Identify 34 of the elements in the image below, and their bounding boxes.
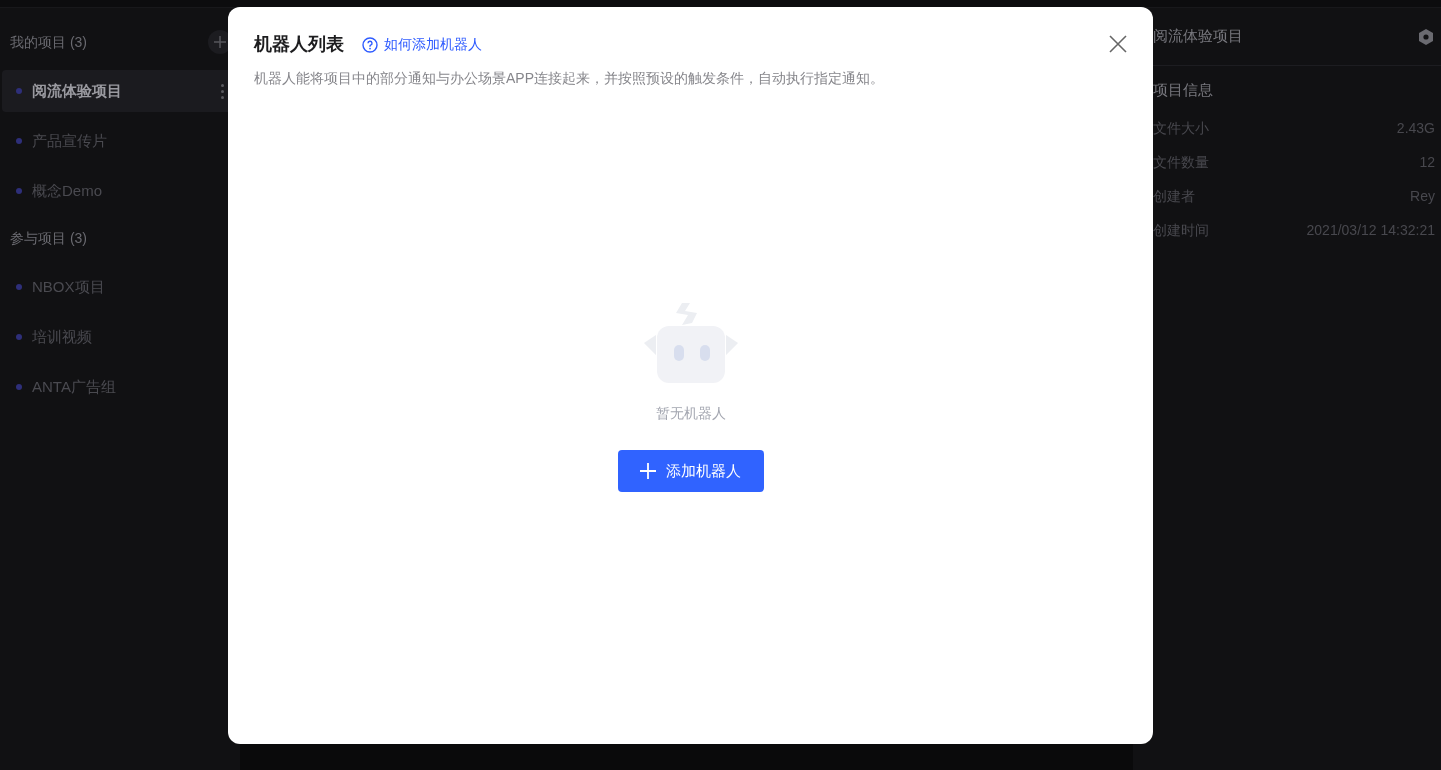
info-label: 创建者 [1153, 187, 1195, 206]
close-icon [1109, 35, 1127, 53]
project-name: 产品宣传片 [32, 130, 108, 151]
section-title: 我的项目 (3) [10, 32, 87, 52]
info-label: 文件大小 [1153, 119, 1209, 138]
project-item[interactable]: 概念Demo [2, 170, 238, 212]
project-name: 培训视频 [32, 326, 93, 347]
plus-icon [640, 463, 656, 479]
info-value: 2021/03/12 14:32:21 [1306, 221, 1435, 240]
help-link[interactable]: 如何添加机器人 [362, 34, 482, 55]
project-item[interactable]: 产品宣传片 [2, 120, 238, 162]
help-icon [362, 36, 378, 53]
close-button[interactable] [1109, 35, 1127, 53]
info-value: 2.43G [1396, 119, 1435, 138]
panel-title: 阅流体验项目 [1153, 26, 1243, 47]
dialog-description: 机器人能将项目中的部分通知与办公场景APP连接起来，并按照预设的触发条件，自动执行指定通知。 [254, 69, 885, 88]
project-item[interactable]: 培训视频 [2, 316, 238, 358]
empty-state-text: 暂无机器人 [655, 404, 726, 423]
project-name: NBOX项目 [32, 276, 106, 297]
more-icon[interactable] [221, 83, 224, 99]
project-name: 概念Demo [32, 180, 103, 201]
info-value: 12 [1419, 153, 1435, 172]
plus-icon [214, 36, 226, 48]
section-title: 参与项目 (3) [10, 228, 87, 248]
settings-icon[interactable] [1417, 27, 1435, 46]
add-robot-button[interactable]: 添加机器人 [617, 450, 764, 492]
info-label: 创建时间 [1153, 221, 1209, 240]
project-item[interactable]: ANTA广告组 [2, 366, 238, 408]
project-name: 阅流体验项目 [32, 80, 123, 101]
project-name: ANTA广告组 [32, 376, 117, 397]
section-title: 项目信息 [1152, 80, 1214, 100]
info-value: Rey [1410, 187, 1435, 206]
dialog-title: 机器人列表 [254, 33, 344, 56]
project-item[interactable]: NBOX项目 [2, 266, 238, 308]
